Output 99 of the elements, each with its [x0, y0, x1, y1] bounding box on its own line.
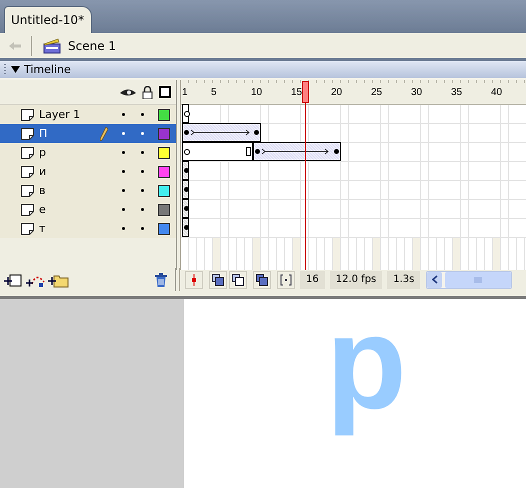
frame-rate: 12.0 fps	[330, 270, 382, 288]
frame-number: 1	[182, 86, 189, 98]
layer-color-swatch[interactable]	[158, 222, 170, 234]
brackets-icon	[280, 274, 292, 286]
keyframe-dot	[184, 206, 189, 211]
layer-page-icon	[21, 204, 34, 216]
visibility-dot[interactable]	[122, 151, 125, 154]
layer-color-swatch[interactable]	[158, 128, 170, 140]
blank-keyframe-circle	[184, 110, 190, 116]
insert-layer-icon	[4, 272, 24, 288]
frame-number: 20	[331, 86, 344, 98]
keyframe-dot	[184, 187, 189, 192]
panel-title: Timeline	[24, 63, 71, 76]
scene-label: Scene 1	[68, 38, 116, 52]
motion-tween[interactable]	[253, 142, 341, 161]
keyframe[interactable]	[182, 218, 189, 237]
end-frame-marker	[246, 147, 251, 156]
layer-name: в	[39, 184, 46, 197]
collapse-triangle-icon[interactable]	[11, 66, 20, 73]
layer-page-icon	[21, 108, 34, 120]
horizontal-scrollbar[interactable]	[426, 270, 512, 288]
blank-keyframe[interactable]	[182, 104, 189, 123]
eye-icon	[120, 88, 136, 96]
layer-color-swatch[interactable]	[158, 184, 170, 196]
layer-name: е	[39, 203, 47, 216]
blank-keyframe-circle	[184, 148, 190, 154]
tween-arrow-icon	[190, 129, 250, 136]
clapperboard-icon	[42, 36, 62, 54]
frame-number: 35	[451, 86, 464, 98]
edit-multiple-frames-button[interactable]	[253, 270, 271, 288]
visibility-dot[interactable]	[122, 208, 125, 211]
layer-name: и	[39, 165, 48, 178]
center-frame-button[interactable]	[185, 270, 203, 288]
lock-dot[interactable]	[141, 113, 144, 116]
lock-dot[interactable]	[141, 208, 144, 211]
visibility-dot[interactable]	[122, 170, 125, 173]
layer-color-swatch[interactable]	[158, 108, 170, 120]
motion-tween[interactable]	[182, 123, 261, 142]
keyframe[interactable]	[182, 161, 189, 180]
frame-number: 5	[211, 86, 218, 98]
blank-keyframe[interactable]	[182, 142, 253, 161]
frame-number: 15	[291, 86, 304, 98]
outline-icon	[159, 86, 171, 98]
document-tab[interactable]: Untitled-10*	[4, 6, 92, 33]
layer-name: р	[39, 146, 47, 159]
layer-name: Layer 1	[39, 108, 82, 121]
layer-color-swatch[interactable]	[158, 166, 170, 178]
layer-name: т	[39, 222, 46, 235]
layer-name: П	[39, 127, 48, 140]
frame-number: 10	[251, 86, 264, 98]
layer-page-icon	[21, 184, 34, 196]
visibility-dot[interactable]	[122, 227, 125, 230]
onion-skin-button[interactable]	[209, 270, 227, 288]
current-frame: 16	[300, 270, 325, 288]
keyframe[interactable]	[182, 180, 189, 199]
lock-dot[interactable]	[141, 170, 144, 173]
lock-dot[interactable]	[141, 151, 144, 154]
lock-icon	[142, 86, 153, 98]
layer-page-icon	[21, 128, 34, 140]
frame-number: 30	[411, 86, 424, 98]
frame-number: 40	[491, 86, 504, 98]
layer-row[interactable]: Layer 1	[0, 105, 176, 124]
scroll-left-icon	[432, 275, 438, 284]
overlapping-squares-icon	[256, 274, 268, 286]
layer-row[interactable]: П	[0, 124, 176, 143]
lock-dot[interactable]	[141, 132, 144, 135]
grip-icon	[474, 276, 482, 282]
layer-page-icon	[21, 222, 34, 234]
keyframe-dot	[184, 225, 189, 230]
tween-arrow-icon	[261, 148, 329, 155]
overlapping-squares-icon	[212, 274, 224, 286]
layer-row[interactable]: и	[0, 162, 176, 181]
lock-dot[interactable]	[141, 189, 144, 192]
visibility-dot[interactable]	[122, 132, 125, 135]
keyframe-dot	[184, 130, 189, 135]
frame-number: 25	[371, 86, 384, 98]
layer-color-swatch[interactable]	[158, 204, 170, 216]
onion-outlines-button[interactable]	[229, 270, 247, 288]
back-arrow-icon	[8, 40, 22, 50]
layer-color-swatch[interactable]	[158, 146, 170, 158]
trash-icon	[155, 272, 167, 286]
keyframe-dot	[334, 149, 339, 154]
layer-row[interactable]: р	[0, 143, 176, 162]
lock-dot[interactable]	[141, 227, 144, 230]
pencil-icon	[100, 126, 108, 140]
keyframe-dot	[255, 149, 260, 154]
layer-page-icon	[21, 146, 34, 158]
keyframe-dot	[184, 168, 189, 173]
layer-row[interactable]: е	[0, 200, 176, 219]
keyframe-dot	[254, 130, 259, 135]
visibility-dot[interactable]	[122, 113, 125, 116]
visibility-dot[interactable]	[122, 189, 125, 192]
layer-row[interactable]: в	[0, 181, 176, 200]
elapsed-time: 1.3s	[387, 270, 420, 288]
modify-markers-button[interactable]	[277, 270, 295, 288]
keyframe[interactable]	[182, 199, 189, 218]
layer-page-icon	[21, 166, 34, 178]
layer-row[interactable]: т	[0, 219, 176, 238]
overlapping-squares-icon	[232, 274, 244, 286]
